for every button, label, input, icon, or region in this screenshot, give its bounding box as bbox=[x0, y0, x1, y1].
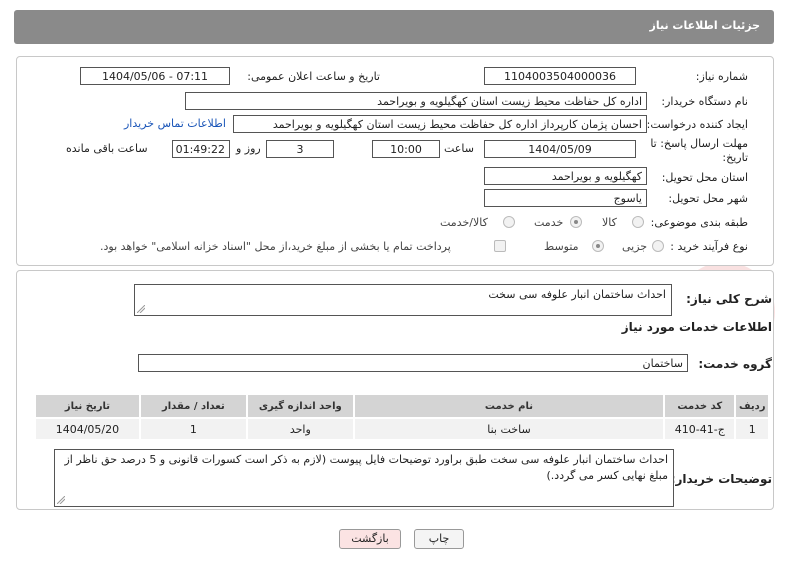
col-row-number: ردیف bbox=[734, 393, 770, 419]
process-label: نوع فرآیند خرید : bbox=[670, 240, 748, 253]
summary-field: احداث ساختمان انبار علوفه سی سخت bbox=[134, 284, 672, 316]
cell-quantity: 1 bbox=[138, 417, 248, 441]
treasury-payment-checkbox[interactable] bbox=[494, 240, 506, 252]
province-label: استان محل تحویل: bbox=[661, 171, 748, 184]
remaining-time-field: 01:49:22 bbox=[172, 140, 230, 158]
table-row: 1 ج-41-410 ساخت بنا واحد 1 1404/05/20 bbox=[34, 417, 770, 441]
remaining-days-label: روز و bbox=[236, 142, 261, 155]
city-label: شهر محل تحویل: bbox=[668, 192, 748, 205]
need-number-field: 1104003504000036 bbox=[484, 67, 636, 85]
deadline-date-field: 1404/05/09 bbox=[484, 140, 636, 158]
city-field: یاسوج bbox=[484, 189, 647, 207]
cell-service-name: ساخت بنا bbox=[352, 417, 666, 441]
cell-unit: واحد bbox=[245, 417, 355, 441]
page-title: جزئیات اطلاعات نیاز bbox=[649, 19, 761, 32]
treasury-payment-note: پرداخت تمام یا بخشی از مبلغ خرید،از محل … bbox=[100, 240, 451, 253]
services-section-title: اطلاعات خدمات مورد نیاز bbox=[621, 320, 772, 334]
province-field: کهگیلویه و بویراحمد bbox=[484, 167, 647, 185]
buyer-contact-link[interactable]: اطلاعات تماس خریدار bbox=[124, 117, 226, 130]
category-both-radio[interactable] bbox=[503, 216, 515, 228]
cell-service-code: ج-41-410 bbox=[663, 417, 737, 441]
back-button[interactable]: بازگشت bbox=[339, 529, 401, 549]
buyer-notes-field: احداث ساختمان انبار علوفه سی سخت طبق برا… bbox=[54, 449, 674, 507]
category-goods-radio[interactable] bbox=[632, 216, 644, 228]
services-table: ردیف کد خدمت نام خدمت واحد اندازه گیری ت… bbox=[34, 393, 770, 441]
buyer-org-field: اداره کل حفاظت محیط زیست استان کهگیلویه … bbox=[185, 92, 647, 110]
deadline-label: مهلت ارسال پاسخ: تا bbox=[650, 137, 748, 150]
buyer-org-label: نام دستگاه خریدار: bbox=[661, 95, 748, 108]
process-minor-label: جزیی bbox=[622, 240, 648, 253]
category-service-label: خدمت bbox=[534, 216, 564, 229]
process-medium-radio[interactable] bbox=[592, 240, 604, 252]
resize-handle-icon[interactable] bbox=[57, 496, 65, 504]
col-quantity: تعداد / مقدار bbox=[138, 393, 248, 419]
cell-need-date: 1404/05/20 bbox=[34, 417, 141, 441]
resize-handle-icon[interactable] bbox=[137, 305, 145, 313]
announce-datetime-label: تاریخ و ساعت اعلان عمومی: bbox=[247, 70, 380, 83]
remaining-days-field: 3 bbox=[266, 140, 334, 158]
col-service-name: نام خدمت bbox=[352, 393, 666, 419]
requester-label: ایجاد کننده درخواست: bbox=[646, 118, 748, 131]
deadline-date-label: تاریخ: bbox=[722, 151, 748, 164]
col-service-code: کد خدمت bbox=[663, 393, 737, 419]
announce-datetime-field: 1404/05/06 - 07:11 bbox=[80, 67, 230, 85]
category-both-label: کالا/خدمت bbox=[440, 216, 488, 229]
process-medium-label: متوسط bbox=[544, 240, 579, 253]
buyer-notes-text: احداث ساختمان انبار علوفه سی سخت طبق برا… bbox=[64, 453, 668, 482]
remaining-time-label: ساعت باقی مانده bbox=[66, 142, 148, 155]
col-unit: واحد اندازه گیری bbox=[245, 393, 355, 419]
process-minor-radio[interactable] bbox=[652, 240, 664, 252]
need-details-panel bbox=[16, 56, 774, 266]
cell-row-number: 1 bbox=[734, 417, 770, 441]
service-group-field: ساختمان bbox=[138, 354, 688, 372]
col-need-date: تاریخ نیاز bbox=[34, 393, 141, 419]
summary-label: شرح کلی نیاز: bbox=[686, 292, 772, 306]
buyer-notes-label: توضیحات خریدار: bbox=[670, 472, 772, 486]
need-number-label: شماره نیاز: bbox=[695, 70, 748, 83]
summary-text: احداث ساختمان انبار علوفه سی سخت bbox=[488, 288, 666, 301]
services-table-header: ردیف کد خدمت نام خدمت واحد اندازه گیری ت… bbox=[34, 393, 770, 419]
page-header: جزئیات اطلاعات نیاز bbox=[14, 10, 774, 44]
deadline-time-field: 10:00 bbox=[372, 140, 440, 158]
category-goods-label: کالا bbox=[602, 216, 617, 229]
category-service-radio[interactable] bbox=[570, 216, 582, 228]
print-button[interactable]: چاپ bbox=[414, 529, 464, 549]
requester-field: احسان پژمان کارپرداز اداره کل حفاظت محیط… bbox=[233, 115, 647, 133]
deadline-time-label: ساعت bbox=[444, 142, 474, 155]
category-label: طبقه بندی موضوعی: bbox=[650, 216, 748, 229]
service-group-label: گروه خدمت: bbox=[698, 357, 772, 371]
